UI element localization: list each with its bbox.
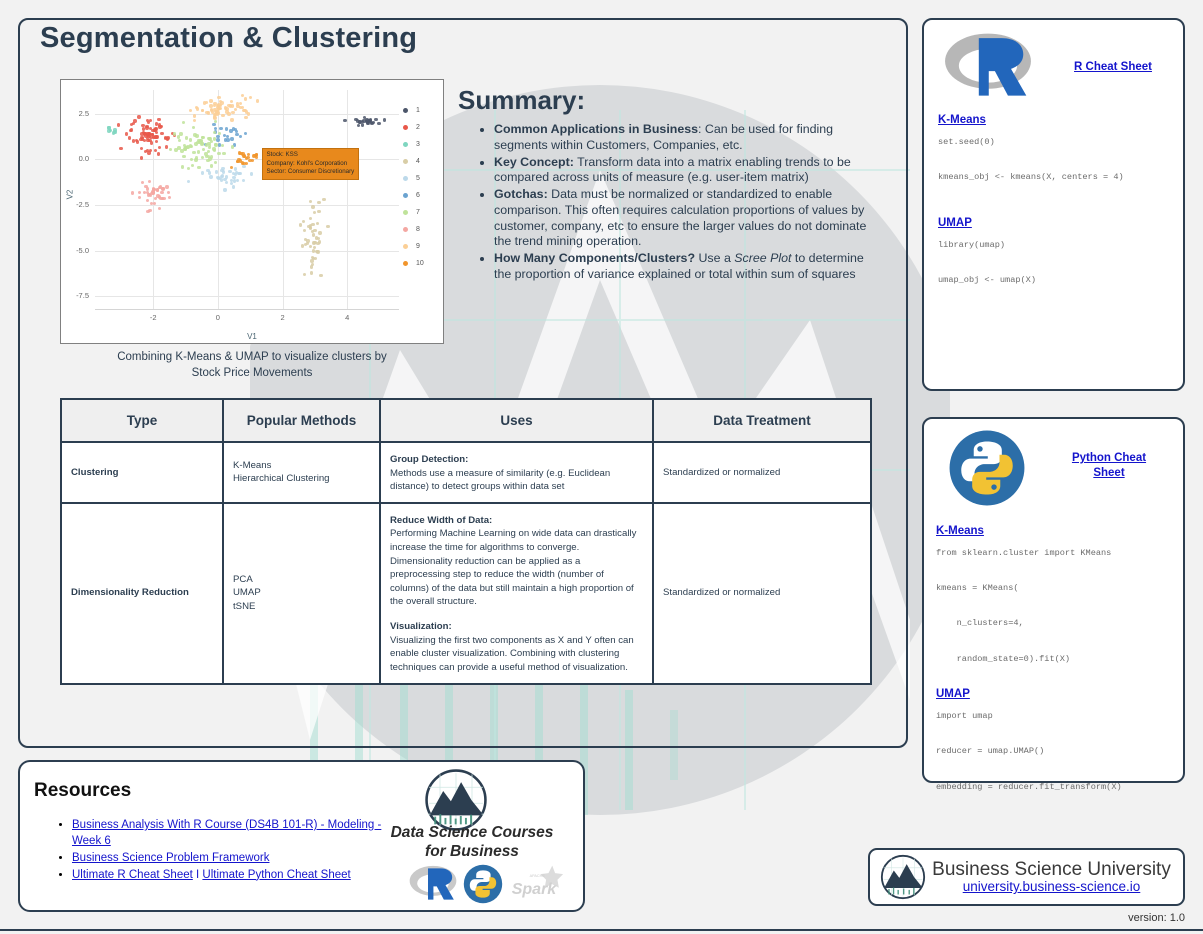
summary-bullet-label: Common Applications in Business bbox=[494, 122, 699, 136]
tooltip-stock: Stock: KSS bbox=[266, 151, 298, 159]
table-cell-type: Dimensionality Reduction bbox=[60, 501, 224, 685]
brand-tagline: Data Science Courses for Business bbox=[367, 824, 577, 861]
mountain-logo-icon bbox=[425, 769, 487, 831]
table-header-cell: Data Treatment bbox=[652, 398, 872, 443]
table-cell-methods: K-Means Hierarchical Clustering bbox=[222, 441, 381, 504]
resource-link[interactable]: Ultimate R Cheat Sheet bbox=[72, 869, 193, 881]
r-code-section: K-Means set.seed(0) kmeans_obj <- kmeans(… bbox=[938, 110, 1175, 187]
uses-block-body: Visualizing the first two components as … bbox=[390, 634, 634, 673]
r-cheat-sheet-link[interactable]: R Cheat Sheet bbox=[1054, 60, 1172, 75]
resource-list-item: Business Analysis With R Course (DS4B 10… bbox=[72, 818, 394, 850]
python-logo-icon bbox=[949, 430, 1025, 506]
svg-text:APACHE: APACHE bbox=[530, 874, 546, 878]
r-logo-icon bbox=[945, 33, 1031, 96]
table-header-cell: Type bbox=[60, 398, 224, 443]
python-logo-small-icon bbox=[463, 864, 503, 904]
uses-block-heading: Reduce Width of Data: bbox=[390, 514, 493, 526]
summary-bullet: Common Applications in Business: Can be … bbox=[494, 122, 870, 154]
r-logo-small-icon bbox=[409, 865, 457, 900]
method-item: tSNE bbox=[233, 600, 256, 612]
summary-bullet-emphasis: Scree Plot bbox=[734, 251, 792, 265]
method-item: K-Means bbox=[233, 459, 272, 471]
python-code-section: K-Means from sklearn.cluster import KMean… bbox=[936, 521, 1179, 668]
version-label: version: 1.0 bbox=[1128, 912, 1185, 924]
uses-block-gap bbox=[390, 609, 643, 620]
bsu-url-link[interactable]: university.business-science.io bbox=[926, 879, 1177, 894]
summary-bullet-list: Common Applications in Business: Can be … bbox=[458, 122, 870, 283]
resource-list-item: Ultimate R Cheat Sheet I Ultimate Python… bbox=[72, 868, 394, 884]
uses-block-body: Methods use a measure of similarity (e.g… bbox=[390, 467, 611, 493]
tooltip-company: Company: Kohl's Corporation bbox=[266, 159, 348, 167]
python-section-link-k-means[interactable]: K-Means bbox=[936, 525, 984, 537]
methods-table: Type Popular Methods Uses Data Treatment Cl… bbox=[60, 398, 872, 685]
python-cheat-link-line2: Sheet bbox=[1093, 467, 1125, 480]
python-code-block: from sklearn.cluster import KMeans kmean… bbox=[936, 548, 1112, 664]
python-code-sections: K-Means from sklearn.cluster import KMean… bbox=[936, 521, 1179, 812]
python-section-link-umap[interactable]: UMAP bbox=[936, 688, 970, 700]
r-code-block: library(umap) umap_obj <- umap(X) bbox=[938, 239, 1036, 286]
table-cell-treatment: Standardized or normalized bbox=[652, 501, 872, 685]
resources-box: Resources Business Analysis With R Cours… bbox=[18, 760, 585, 912]
bsu-mountain-icon bbox=[880, 854, 926, 900]
method-item: PCA bbox=[233, 573, 253, 585]
summary-section: Summary: Common Applications in Business… bbox=[458, 85, 870, 284]
tooltip-sector: Sector: Consumer Discretionary bbox=[266, 168, 355, 176]
uses-block-body: Performing Machine Learning on wide data… bbox=[390, 528, 637, 608]
r-section-link-k-means[interactable]: K-Means bbox=[938, 114, 986, 126]
table-cell-type: Clustering bbox=[60, 441, 224, 504]
summary-heading: Summary: bbox=[458, 85, 586, 115]
table-row: Dimensionality Reduction PCA UMAP tSNE Reduc… bbox=[60, 501, 872, 685]
poster-root: Segmentation & Clustering 2.5 0.0 -2.5 -5.0… bbox=[0, 0, 1203, 934]
summary-bullet: Key Concept: Transform data into a matri… bbox=[494, 155, 870, 187]
table-cell-uses: Group Detection: Methods use a measure of… bbox=[379, 441, 654, 504]
svg-text:Spark: Spark bbox=[512, 880, 558, 898]
table-body: Clustering K-Means Hierarchical Clustering… bbox=[60, 441, 872, 685]
footer-rule bbox=[0, 929, 1203, 931]
plot-tooltip: Stock: KSS Company: Kohl's Corporation S… bbox=[261, 148, 360, 181]
r-code-section: UMAP library(umap) umap_obj <- umap(X) bbox=[938, 213, 1175, 290]
r-code-block: set.seed(0) kmeans_obj <- kmeans(X, cent… bbox=[938, 137, 1124, 183]
resources-link-list: Business Analysis With R Course (DS4B 10… bbox=[54, 818, 394, 884]
resource-list-item: Business Science Problem Framework bbox=[72, 851, 394, 867]
r-code-sections: K-Means set.seed(0) kmeans_obj <- kmeans(… bbox=[938, 110, 1175, 316]
brand-tagline-line2: for Business bbox=[425, 842, 519, 860]
uses-block-heading: Visualization: bbox=[390, 621, 452, 633]
table-header-cell: Uses bbox=[379, 398, 654, 443]
table-cell-treatment: Standardized or normalized bbox=[652, 441, 872, 504]
python-code-section: UMAP import umap reducer = umap.UMAP() em… bbox=[936, 684, 1179, 796]
table-header-cell: Popular Methods bbox=[222, 398, 381, 443]
spark-logo-icon: Spark APACHE bbox=[512, 865, 564, 898]
python-cheat-sheet-link[interactable]: Python Cheat Sheet bbox=[1044, 451, 1174, 481]
business-science-university-box[interactable]: Business Science University university.b… bbox=[868, 848, 1185, 906]
table-row: Clustering K-Means Hierarchical Clustering… bbox=[60, 441, 872, 504]
python-code-block: import umap reducer = umap.UMAP() embedd… bbox=[936, 711, 1122, 792]
summary-bullet-label: How Many Components/Clusters? bbox=[494, 251, 696, 265]
r-section-link-umap[interactable]: UMAP bbox=[938, 217, 972, 229]
python-cheat-link-line1: Python Cheat bbox=[1071, 452, 1147, 464]
table-header-row: Type Popular Methods Uses Data Treatment bbox=[60, 398, 872, 443]
uses-block-heading: Group Detection: bbox=[390, 454, 469, 465]
table-cell-uses: Reduce Width of Data: Performing Machine … bbox=[379, 501, 654, 685]
python-cheat-sheet-panel: Python Cheat Sheet K-Means from sklearn.c… bbox=[922, 417, 1185, 792]
summary-bullet: How Many Components/Clusters? Use a Scre… bbox=[494, 251, 870, 283]
brand-tagline-line1: Data Science Courses bbox=[390, 824, 554, 841]
summary-bullet-label: Key Concept: bbox=[494, 154, 574, 169]
table-cell-methods: PCA UMAP tSNE bbox=[222, 501, 381, 685]
summary-bullet-label: Gotchas: bbox=[494, 187, 548, 201]
r-cheat-sheet-panel: R Cheat Sheet K-Means set.seed(0) kmeans_… bbox=[922, 18, 1185, 391]
bsu-title: Business Science University bbox=[932, 858, 1171, 880]
summary-bullet: Gotchas: Data must be normalized or stan… bbox=[494, 187, 870, 250]
resource-link[interactable]: Business Science Problem Framework bbox=[72, 852, 270, 864]
resources-heading: Resources bbox=[34, 780, 132, 801]
resource-link[interactable]: Business Analysis With R Course (DS4B 10… bbox=[72, 819, 381, 847]
resource-link-separator: I bbox=[192, 868, 203, 881]
resource-link[interactable]: Ultimate Python Cheat Sheet bbox=[202, 869, 350, 881]
method-item: UMAP bbox=[233, 587, 261, 599]
method-item: Hierarchical Clustering bbox=[233, 473, 330, 485]
